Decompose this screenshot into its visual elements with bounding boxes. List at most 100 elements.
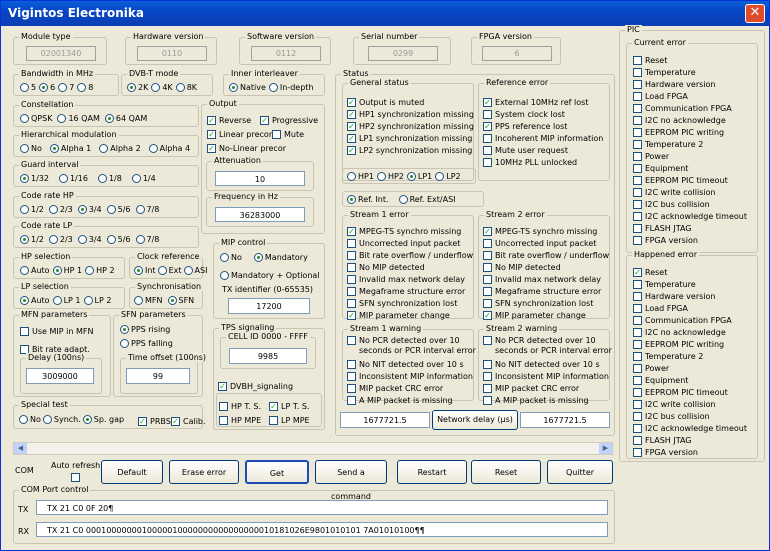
- hp-mpe-checkbox[interactable]: HP MPE: [219, 414, 261, 426]
- tx-identifier-input[interactable]: 17200: [228, 298, 310, 314]
- happened-error-item[interactable]: FLASH JTAG: [633, 434, 692, 446]
- frequency-input[interactable]: 36283000: [215, 207, 305, 222]
- bandwidth-option[interactable]: 6: [39, 83, 55, 92]
- scroll-left-icon[interactable]: ◀: [14, 443, 27, 454]
- linear-precor-checkbox[interactable]: ✓ Linear precor: [207, 128, 272, 140]
- attenuation-input[interactable]: 10: [215, 171, 305, 186]
- current-error-item[interactable]: I2C write collision: [633, 186, 716, 198]
- stream-select-option[interactable]: HP1: [347, 172, 374, 181]
- current-error-item[interactable]: FLASH JTAG: [633, 222, 692, 234]
- clock-ref-option[interactable]: Int: [134, 266, 156, 275]
- hierarchical-option[interactable]: Alpha 4: [148, 144, 190, 153]
- quit-button[interactable]: Quitter: [547, 460, 613, 484]
- stream2-error-item[interactable]: ✓ MPEG-TS synchro missing: [483, 225, 597, 237]
- happened-error-item[interactable]: Hardware version: [633, 290, 715, 302]
- current-error-item[interactable]: I2C no acknowledge: [633, 114, 726, 126]
- current-error-item[interactable]: Equipment: [633, 162, 688, 174]
- happened-error-item[interactable]: Temperature 2: [633, 350, 703, 362]
- happened-error-item[interactable]: FPGA version: [633, 446, 698, 458]
- network-delay-1[interactable]: 1677721.5: [340, 412, 430, 428]
- happened-error-item[interactable]: Power: [633, 362, 669, 374]
- network-delay-2[interactable]: 1677721.5: [520, 412, 610, 428]
- stream2-error-item[interactable]: No MIP detected: [483, 261, 561, 273]
- bandwidth-option[interactable]: 8: [77, 83, 93, 92]
- stream2-error-item[interactable]: ✓ MIP parameter change: [483, 309, 586, 321]
- stream1-error-item[interactable]: ✓ MPEG-TS synchro missing: [347, 225, 461, 237]
- reference-error-item[interactable]: ✓ PPS reference lost: [483, 120, 567, 132]
- send-button[interactable]: Send a command: [315, 460, 387, 501]
- general-status-item[interactable]: ✓ HP1 synchronization missing: [347, 108, 474, 120]
- stream-select-option[interactable]: LP1: [406, 172, 432, 181]
- happened-error-item[interactable]: I2C bus collision: [633, 410, 710, 422]
- hierarchical-option[interactable]: Alpha 1: [49, 144, 91, 153]
- special-test-option[interactable]: Sp. gap: [82, 415, 124, 424]
- stream1-error-item[interactable]: No MIP detected: [347, 261, 425, 273]
- stream1-warning-item[interactable]: No NIT detected over 10 s: [347, 358, 464, 370]
- reference-error-item[interactable]: Incoherent MIP information: [483, 132, 603, 144]
- offset-input[interactable]: 99: [126, 368, 190, 384]
- general-status-item[interactable]: ✓ LP1 synchronization missing: [347, 132, 472, 144]
- lp-mpe-checkbox[interactable]: LP MPE: [269, 414, 310, 426]
- progressive-checkbox[interactable]: ✓ Progressive: [260, 114, 318, 126]
- stream1-error-item[interactable]: Uncorrected input packet: [347, 237, 460, 249]
- happened-error-item[interactable]: I2C acknowledge timeout: [633, 422, 747, 434]
- dvbt-mode-option[interactable]: 8K: [175, 83, 197, 92]
- happened-error-item[interactable]: I2C no acknowledge: [633, 326, 726, 338]
- current-error-item[interactable]: EEPROM PIC timeout: [633, 174, 728, 186]
- auto-refresh-checkbox[interactable]: [71, 473, 80, 482]
- delay-input[interactable]: 3009000: [26, 368, 94, 384]
- tx-field[interactable]: TX 21 C0 0F 20¶: [36, 500, 608, 515]
- code-lp-option[interactable]: 2/3: [48, 235, 73, 244]
- hp-selection-option[interactable]: HP 1: [52, 266, 82, 275]
- happened-error-item[interactable]: EEPROM PIC writing: [633, 338, 724, 350]
- happened-error-item[interactable]: Communication FPGA: [633, 314, 732, 326]
- current-error-item[interactable]: Temperature: [633, 66, 696, 78]
- code-hp-option[interactable]: 7/8: [135, 205, 159, 214]
- network-delay-button[interactable]: Network delay (µs): [432, 410, 518, 430]
- bandwidth-option[interactable]: 7: [58, 83, 74, 92]
- current-error-item[interactable]: FPGA version: [633, 234, 698, 246]
- code-lp-option[interactable]: 7/8: [135, 235, 159, 244]
- stream2-error-item[interactable]: Invalid max network delay: [483, 273, 601, 285]
- stream1-error-item[interactable]: ✓ MIP parameter change: [347, 309, 450, 321]
- stream-select-option[interactable]: LP2: [435, 172, 461, 181]
- stream2-error-item[interactable]: Bit rate overflow / underflow: [483, 249, 609, 261]
- cell-id-input[interactable]: 9985: [229, 348, 307, 364]
- close-button[interactable]: ✕: [745, 4, 765, 23]
- nolinear-precor-checkbox[interactable]: ✓ No-Linear precor: [207, 142, 286, 154]
- constellation-option[interactable]: 64 QAM: [104, 114, 147, 123]
- code-hp-option[interactable]: 5/6: [106, 205, 131, 214]
- hp-selection-option[interactable]: HP 2: [85, 266, 115, 275]
- stream-select-option[interactable]: HP2: [376, 172, 404, 181]
- reverse-checkbox[interactable]: ✓ Reverse: [207, 114, 251, 126]
- reference-error-item[interactable]: 10MHz PLL unlocked: [483, 156, 577, 168]
- stream2-warning-item[interactable]: A MIP packet is missing: [483, 394, 589, 406]
- current-error-item[interactable]: Communication FPGA: [633, 102, 732, 114]
- current-error-item[interactable]: I2C bus collision: [633, 198, 710, 210]
- lp-selection-option[interactable]: LP 2: [83, 296, 111, 305]
- lp-selection-option[interactable]: Auto: [20, 296, 50, 305]
- code-hp-option[interactable]: 2/3: [48, 205, 73, 214]
- mip-option[interactable]: Mandatory: [253, 253, 308, 262]
- interleaver-option[interactable]: Native: [229, 83, 266, 92]
- happened-error-item[interactable]: Temperature: [633, 278, 696, 290]
- dvbt-mode-option[interactable]: 4K: [151, 83, 173, 92]
- stream2-error-item[interactable]: Megaframe structure error: [483, 285, 601, 297]
- interleaver-option[interactable]: In-depth: [268, 83, 314, 92]
- stream1-error-item[interactable]: Invalid max network delay: [347, 273, 465, 285]
- happened-error-item[interactable]: Equipment: [633, 374, 688, 386]
- current-error-item[interactable]: Hardware version: [633, 78, 715, 90]
- guard-option[interactable]: 1/4: [131, 174, 156, 183]
- special-test-option[interactable]: Synch.: [42, 415, 81, 424]
- stream2-warning-item[interactable]: No NIT detected over 10 s: [483, 358, 600, 370]
- general-status-item[interactable]: ✓ Output is muted: [347, 96, 424, 108]
- general-status-item[interactable]: ✓ HP2 synchronization missing: [347, 120, 474, 132]
- stream2-error-item[interactable]: SFN synchronization lost: [483, 297, 593, 309]
- hp-selection-option[interactable]: Auto: [20, 266, 50, 275]
- scroll-right-icon[interactable]: ▶: [599, 443, 612, 454]
- clock-ref-option[interactable]: Ext: [157, 266, 182, 275]
- reference-error-item[interactable]: System clock lost: [483, 108, 565, 120]
- stream1-warning-item[interactable]: MIP packet CRC error: [347, 382, 443, 394]
- stream1-error-item[interactable]: Bit rate overflow / underflow: [347, 249, 473, 261]
- constellation-option[interactable]: QPSK: [20, 114, 52, 123]
